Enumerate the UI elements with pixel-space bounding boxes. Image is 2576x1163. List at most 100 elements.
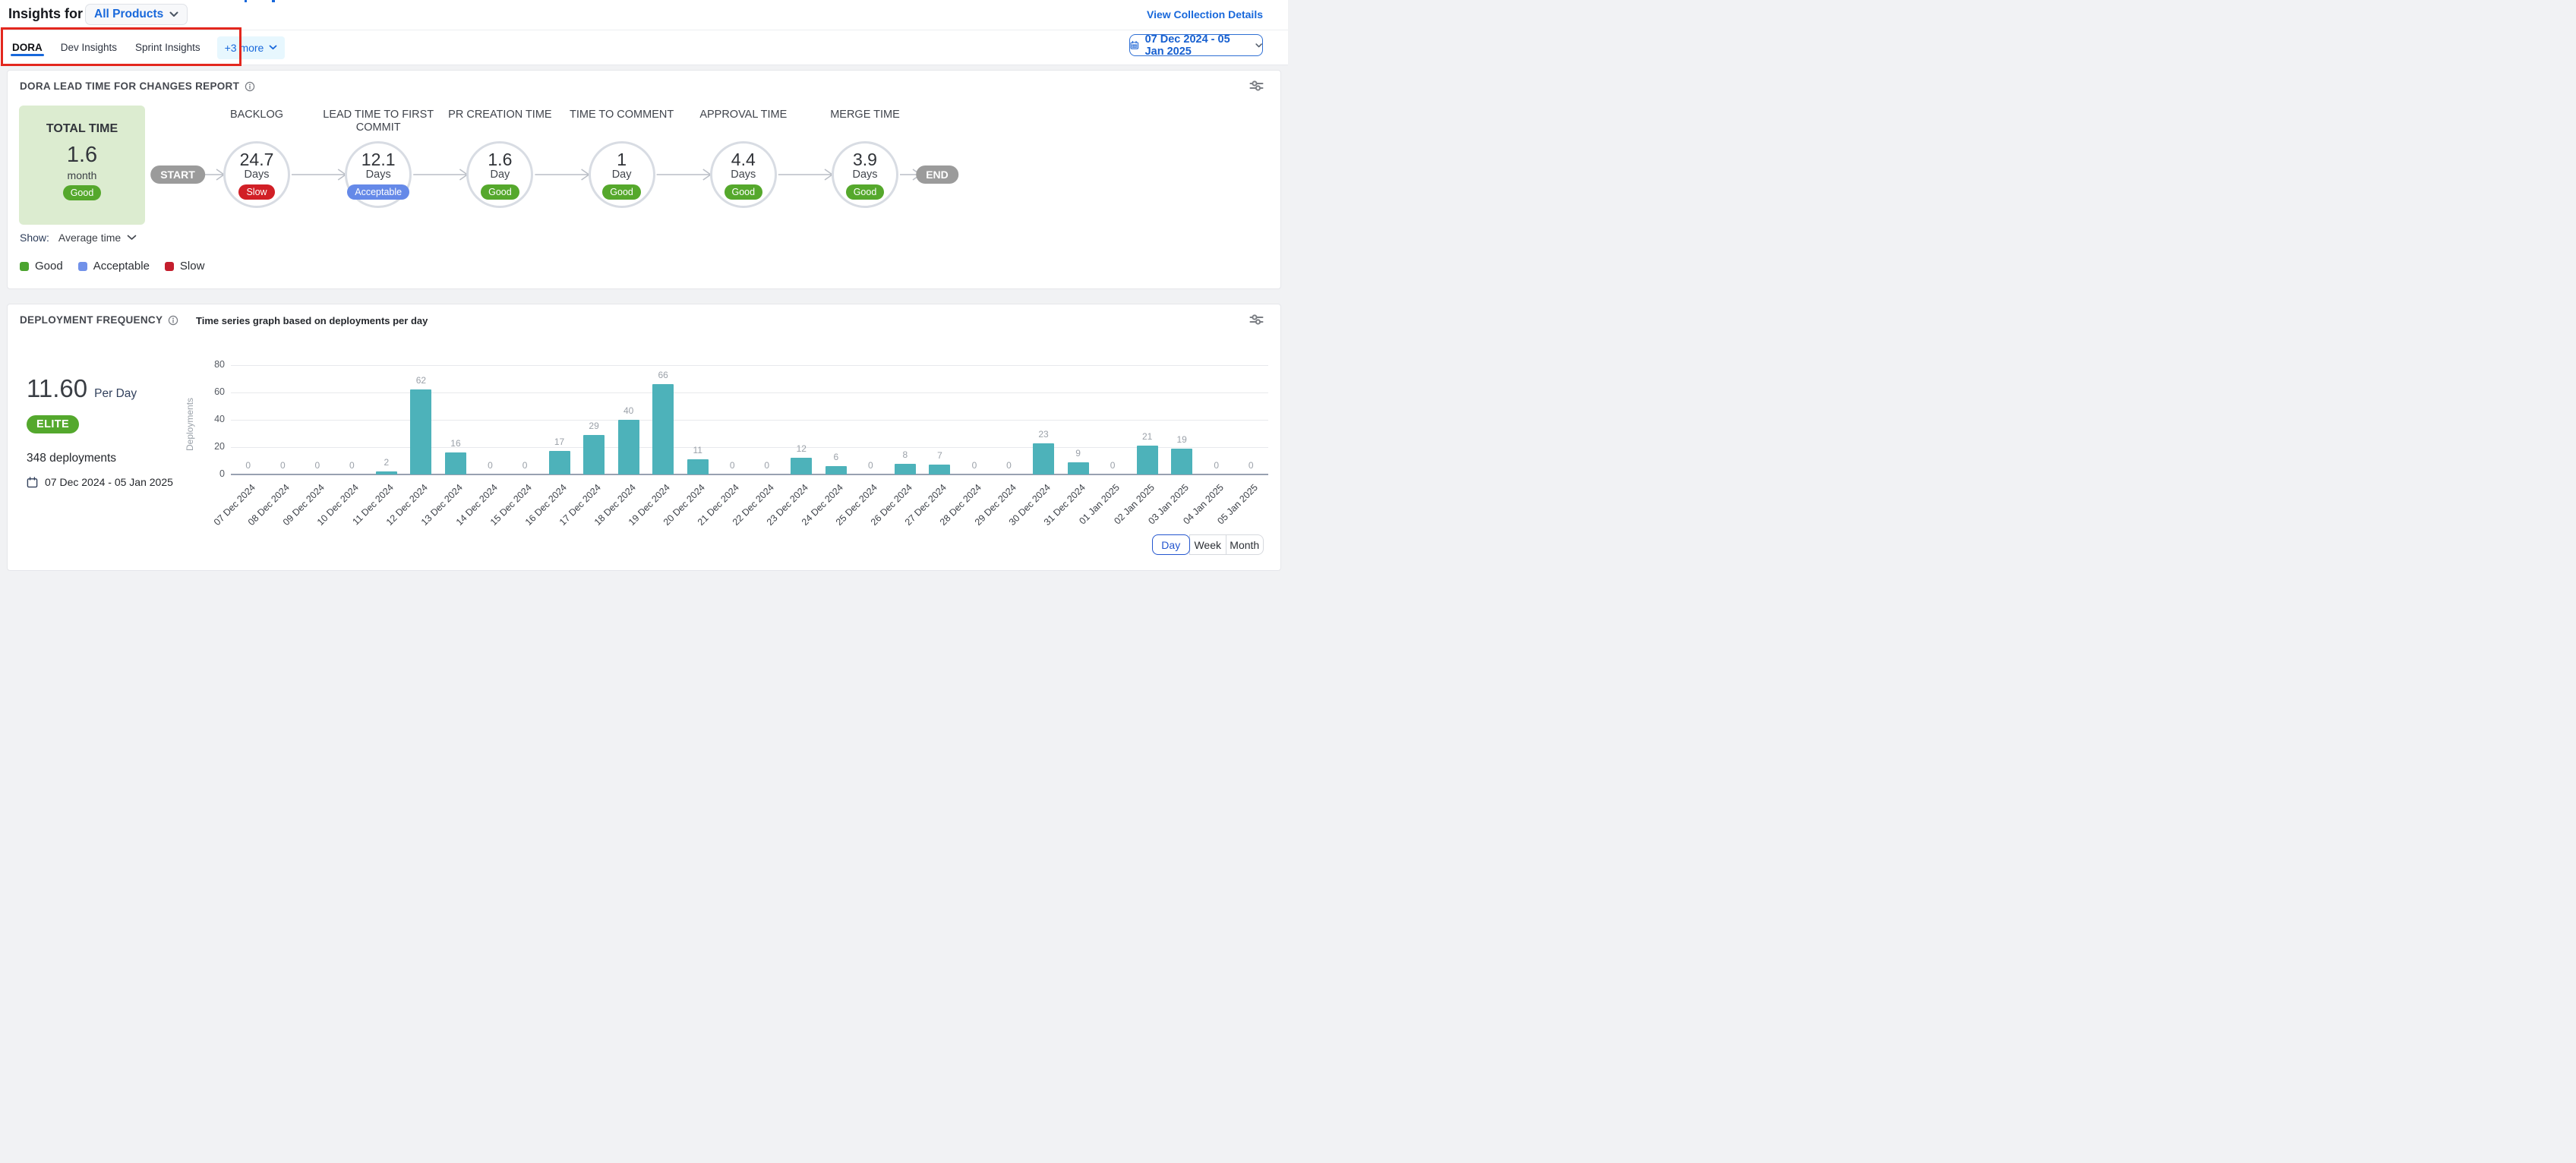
- flow-end-pill: END: [916, 165, 958, 184]
- tab-sprint-insights[interactable]: Sprint Insights: [134, 30, 202, 65]
- y-tick-label: 40: [199, 414, 225, 424]
- gridline: [231, 447, 1268, 448]
- product-selector-label: All Products: [94, 8, 163, 21]
- legend-label: Acceptable: [93, 260, 150, 273]
- more-tabs-button[interactable]: +3 more: [217, 36, 286, 59]
- chart-settings-icon[interactable]: [1249, 314, 1264, 329]
- chart-settings-icon[interactable]: [1249, 80, 1264, 95]
- bar-value-label: 0: [1234, 460, 1267, 471]
- deployment-date-range-label: 07 Dec 2024 - 05 Jan 2025: [45, 476, 173, 488]
- bar-value-label: 0: [1200, 460, 1233, 471]
- flow-node-value: 3.9: [853, 150, 877, 169]
- bar-value-label: 0: [232, 460, 265, 471]
- y-tick-label: 80: [199, 359, 225, 370]
- legend-item-slow: Slow: [165, 260, 205, 273]
- flow-node-unit: Days: [244, 169, 269, 181]
- bar-value-label: 2: [370, 457, 403, 468]
- chevron-down-icon: [127, 235, 137, 241]
- bar-11-Dec-2024: [376, 471, 397, 474]
- bar-value-label: 0: [854, 460, 887, 471]
- flow-node-unit: Days: [731, 169, 756, 181]
- bar-value-label: 0: [266, 460, 299, 471]
- flow-node-status-badge: Good: [846, 184, 885, 200]
- bar-value-label: 21: [1131, 431, 1164, 442]
- flow-node-pr-creation-time: 1.6DayGood: [466, 141, 533, 208]
- chevron-down-icon: [169, 11, 178, 17]
- info-icon[interactable]: [168, 315, 178, 326]
- lead-time-card: DORA LEAD TIME FOR CHANGES REPORT TOTAL …: [7, 70, 1281, 289]
- more-tabs-label: +3 more: [225, 42, 264, 54]
- bar-value-label: 8: [889, 449, 922, 460]
- legend-swatch: [78, 262, 87, 271]
- calendar-icon: [1130, 39, 1139, 51]
- clipped-content-artifact: [272, 0, 275, 2]
- bar-value-label: 7: [923, 450, 956, 461]
- tab-dev-insights[interactable]: Dev Insights: [59, 30, 118, 65]
- bar-value-label: 6: [819, 452, 853, 462]
- bar-12-Dec-2024: [410, 389, 431, 474]
- bar-value-label: 0: [958, 460, 991, 471]
- flow-node-lead-time-to-first-commit: 12.1DaysAcceptable: [345, 141, 412, 208]
- flow-node-label-lead-time-to-first-commit: LEAD TIME TO FIRST COMMIT: [317, 109, 439, 134]
- show-label: Show:: [20, 232, 49, 244]
- calendar-icon: [27, 477, 38, 488]
- bar-30-Dec-2024: [1033, 443, 1054, 474]
- period-toggle: DayWeekMonth: [1152, 534, 1264, 555]
- flow-node-unit: Day: [490, 169, 510, 181]
- bar-02-Jan-2025: [1137, 446, 1158, 474]
- bar-value-label: 12: [784, 443, 818, 454]
- bar-03-Jan-2025: [1171, 449, 1192, 474]
- dashboard-page: Insights for All Products View Collectio…: [0, 0, 1288, 582]
- bar-value-label: 0: [715, 460, 749, 471]
- legend-label: Slow: [180, 260, 205, 273]
- y-tick-label: 60: [199, 386, 225, 397]
- y-tick-label: 20: [199, 441, 225, 452]
- flow-start-pill: START: [150, 165, 205, 184]
- bar-19-Dec-2024: [652, 384, 674, 474]
- bar-value-label: 0: [508, 460, 541, 471]
- bar-value-label: 11: [681, 445, 715, 455]
- total-time-label: TOTAL TIME: [46, 122, 118, 136]
- info-icon[interactable]: [245, 81, 255, 92]
- flow-node-value: 1: [617, 150, 627, 169]
- legend-swatch: [20, 262, 29, 271]
- deployment-rate: 11.60 Per Day: [27, 374, 137, 403]
- show-metric-dropdown[interactable]: Show: Average time: [20, 232, 137, 244]
- bar-18-Dec-2024: [618, 420, 639, 474]
- bar-value-label: 0: [301, 460, 334, 471]
- view-collection-details-link[interactable]: View Collection Details: [1147, 8, 1263, 20]
- flow-node-value: 1.6: [488, 150, 512, 169]
- chevron-down-icon: [269, 45, 277, 50]
- legend-item-acceptable: Acceptable: [78, 260, 150, 273]
- tier-badge: ELITE: [27, 415, 79, 433]
- period-button-month[interactable]: Month: [1226, 534, 1264, 555]
- date-range-button[interactable]: 07 Dec 2024 - 05 Jan 2025: [1129, 34, 1263, 56]
- tab-dora[interactable]: DORA: [11, 30, 44, 65]
- legend-item-good: Good: [20, 260, 63, 273]
- bar-20-Dec-2024: [687, 459, 709, 474]
- period-button-day[interactable]: Day: [1152, 534, 1190, 555]
- bar-24-Dec-2024: [826, 466, 847, 474]
- y-axis-title: Deployments: [185, 398, 195, 451]
- gridline: [231, 365, 1268, 366]
- legend-swatch: [165, 262, 174, 271]
- bar-value-label: 17: [543, 437, 576, 447]
- tabs: DORA Dev Insights Sprint Insights +3 more: [11, 30, 285, 65]
- top-bar: Insights for All Products View Collectio…: [0, 0, 1288, 65]
- total-time-value: 1.6: [67, 143, 97, 168]
- flow-node-label-merge-time: MERGE TIME: [804, 109, 926, 121]
- bar-value-label: 40: [612, 405, 646, 416]
- bar-value-label: 0: [474, 460, 507, 471]
- bar-23-Dec-2024: [791, 458, 812, 474]
- lead-time-card-title-text: DORA LEAD TIME FOR CHANGES REPORT: [20, 80, 239, 92]
- total-status-badge: Good: [63, 185, 102, 200]
- flow-node-unit: Day: [612, 169, 632, 181]
- deployment-frequency-card: DEPLOYMENT FREQUENCY Time series graph b…: [7, 304, 1281, 571]
- bar-16-Dec-2024: [549, 451, 570, 474]
- bar-value-label: 23: [1027, 429, 1060, 440]
- bar-value-label: 66: [646, 370, 680, 380]
- product-selector-button[interactable]: All Products: [85, 4, 188, 25]
- period-button-week[interactable]: Week: [1189, 534, 1227, 555]
- total-time-box: TOTAL TIME 1.6 month Good: [19, 106, 145, 225]
- clipped-content-artifact: [245, 0, 247, 2]
